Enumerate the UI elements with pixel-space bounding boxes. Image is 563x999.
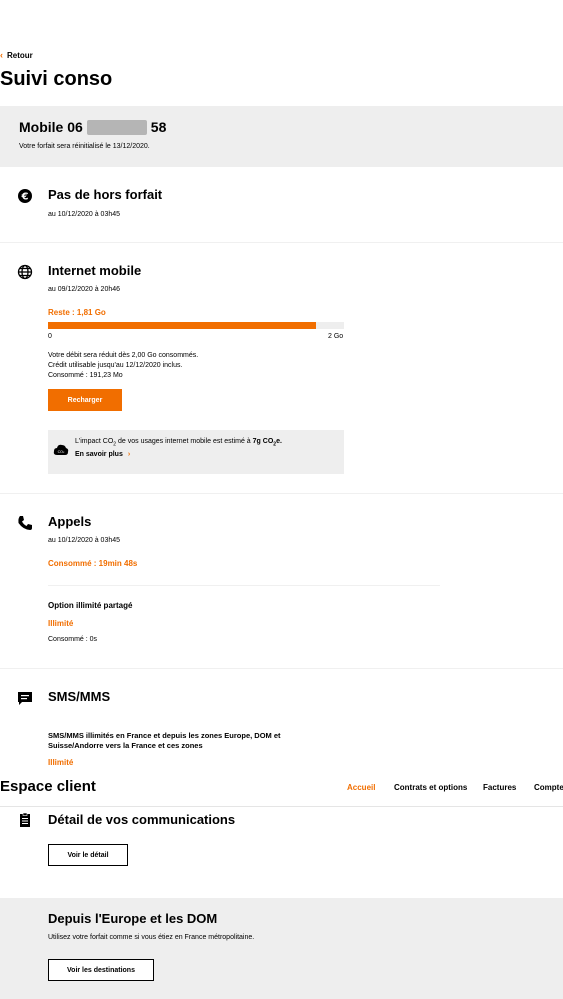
info-line-1: Votre débit sera réduit dès 2,00 Go cons… [48, 352, 199, 359]
divider [48, 585, 440, 586]
mobile-prefix: Mobile 06 [19, 119, 83, 135]
info-line-3: Consommé : 191,23 Mo [48, 372, 123, 379]
eco-impact-text: L'impact CO2 de vos usages internet mobi… [75, 438, 282, 447]
mobile-suffix: 58 [150, 119, 167, 135]
chevron-left-icon: ‹ [0, 50, 3, 60]
internet-date: au 09/12/2020 à 20h46 [48, 286, 121, 293]
internet-remaining: Reste : 1,81 Go [48, 308, 106, 317]
number-mask [86, 119, 147, 135]
scale-min: 0 [48, 333, 52, 340]
back-link[interactable]: ‹ Retour [0, 50, 33, 60]
hors-forfait-date: au 10/12/2020 à 03h45 [48, 211, 121, 218]
divider [0, 493, 563, 494]
mobile-header-band [0, 106, 563, 167]
chevron-right-icon: › [127, 451, 131, 458]
mobile-number: Mobile 06 58 [19, 119, 166, 135]
phone-icon [17, 515, 33, 536]
message-icon [17, 690, 33, 711]
internet-title: Internet mobile [48, 263, 142, 278]
eco-middle: de vos usages internet mobile est estimé… [116, 438, 253, 445]
clipboard-icon [17, 812, 33, 833]
tab-accueil[interactable]: Accueil [347, 783, 375, 792]
appels-title: Appels [48, 514, 92, 529]
sms-desc-2: Suisse/Andorre vers la France et ces zon… [48, 741, 203, 750]
espace-client-title: Espace client [0, 778, 96, 795]
svg-text:€: € [21, 192, 29, 203]
euro-icon: € [17, 188, 33, 209]
europe-title: Depuis l'Europe et les DOM [48, 911, 218, 926]
hors-forfait-title: Pas de hors forfait [48, 187, 163, 202]
divider [0, 806, 563, 807]
data-progress-fill [48, 322, 316, 329]
divider [0, 242, 563, 243]
sms-desc: SMS/MMS illimités en France et depuis le… [48, 731, 281, 751]
reset-text: Votre forfait sera réinitialisé le 13/12… [19, 143, 150, 150]
tab-compte[interactable]: Compte [534, 783, 563, 792]
option-title: Option illimité partagé [48, 601, 133, 610]
co2-cloud-icon: CO₂ [53, 443, 69, 462]
eco-value: 7g CO [252, 438, 274, 445]
divider [0, 668, 563, 669]
sms-desc-1: SMS/MMS illimités en France et depuis le… [48, 731, 281, 740]
eco-learn-more-link[interactable]: En savoir plus › [75, 451, 130, 458]
option-status: Illimité [48, 619, 74, 628]
eco-value-end: e. [276, 438, 282, 445]
sms-title: SMS/MMS [48, 689, 111, 704]
scale-max: 2 Go [328, 333, 344, 340]
eco-prefix: L'impact CO [75, 438, 114, 445]
detail-title: Détail de vos communications [48, 812, 236, 827]
internet-info: Votre débit sera réduit dès 2,00 Go cons… [48, 351, 198, 381]
recharge-button[interactable]: Recharger [48, 389, 122, 411]
view-detail-button[interactable]: Voir le détail [48, 844, 128, 866]
sms-status: Illimité [48, 758, 74, 767]
view-destinations-button[interactable]: Voir les destinations [48, 959, 154, 981]
globe-icon [17, 264, 33, 285]
europe-desc: Utilisez votre forfait comme si vous éti… [48, 934, 255, 941]
page-title: Suivi conso [0, 68, 113, 90]
svg-text:CO₂: CO₂ [58, 450, 65, 454]
appels-date: au 10/12/2020 à 03h45 [48, 537, 121, 544]
appels-consumed: Consommé : 19min 48s [48, 559, 138, 568]
info-line-2: Crédit utilisable jusqu'au 12/12/2020 in… [48, 362, 183, 369]
option-consumed: Consommé : 0s [48, 636, 98, 643]
tab-factures[interactable]: Factures [483, 783, 516, 792]
tab-contrats[interactable]: Contrats et options [394, 783, 467, 792]
eco-link-label: En savoir plus [75, 451, 123, 458]
back-label: Retour [7, 50, 33, 60]
